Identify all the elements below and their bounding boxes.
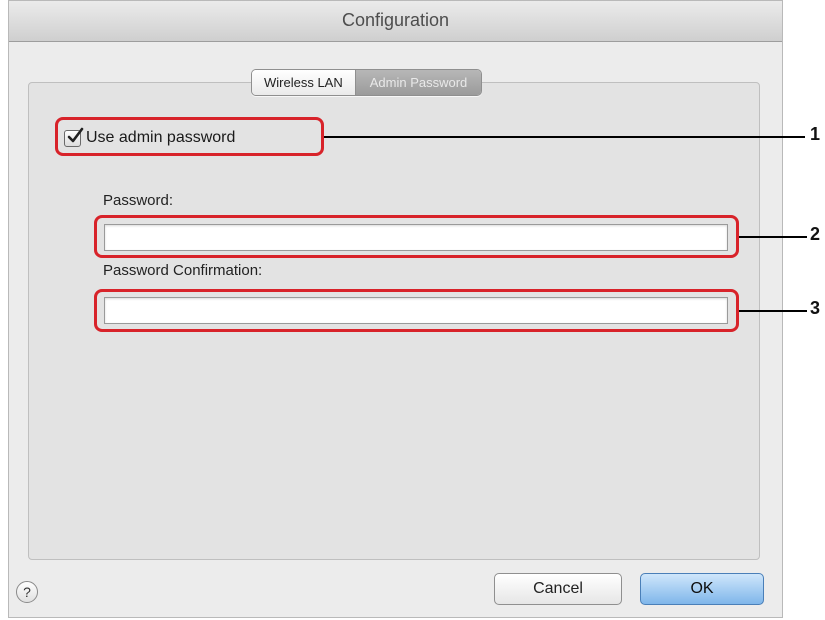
cancel-button[interactable]: Cancel (494, 573, 622, 605)
callout-box-1 (55, 117, 324, 156)
ok-button[interactable]: OK (640, 573, 764, 605)
password-confirmation-label: Password Confirmation: (103, 262, 263, 279)
callout-number-2: 2 (810, 224, 821, 244)
callout-number-3: 3 (810, 298, 821, 318)
callout-box-3 (94, 289, 739, 332)
callout-leader-1 (324, 136, 805, 138)
password-label: Password: (103, 192, 174, 209)
callout-leader-3 (739, 310, 807, 312)
title-bar[interactable]: Configuration (9, 1, 782, 42)
tab-bar: Wireless LAN Admin Password (251, 69, 483, 96)
help-button[interactable]: ? (16, 581, 38, 603)
callout-number-1: 1 (810, 124, 821, 144)
tab-wireless-lan[interactable]: Wireless LAN (252, 70, 356, 95)
tab-admin-password[interactable]: Admin Password (355, 70, 482, 95)
callout-box-2 (94, 215, 739, 258)
callout-leader-2 (739, 236, 807, 238)
window-title: Configuration (341, 10, 450, 30)
